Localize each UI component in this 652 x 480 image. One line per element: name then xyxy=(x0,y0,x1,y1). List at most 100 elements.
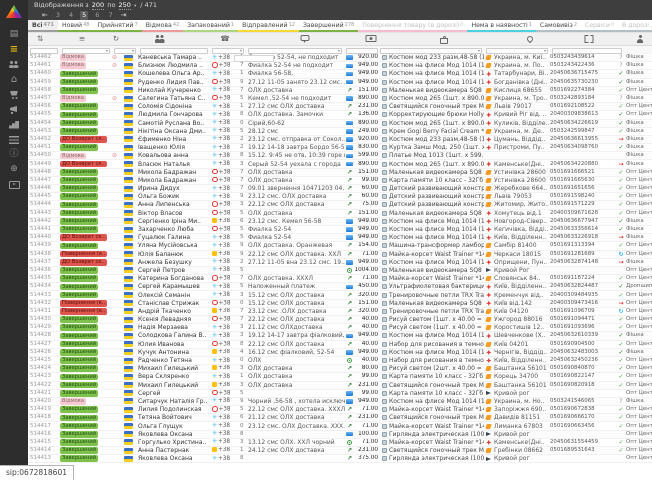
tab-Відмова[interactable]: Відмова42 xyxy=(142,20,184,32)
order-row[interactable]: 514431Повернення (в..Андрій Ткаченко+387… xyxy=(28,308,652,316)
column-filter-5[interactable]: ▾ xyxy=(248,48,342,54)
column-comments-icon[interactable] xyxy=(301,35,310,41)
order-row[interactable]: 514455ЗавершенийЛюдмила Гончарова✳+388ОЛ… xyxy=(28,111,652,119)
column-filter-6[interactable] xyxy=(346,48,378,54)
order-row[interactable]: 514460ЗавершенийКошелева Ольга Ар..✳+381… xyxy=(28,70,652,78)
range-from[interactable]: 200 xyxy=(92,1,104,10)
column-manager-icon[interactable] xyxy=(636,35,644,43)
order-row[interactable]: 514430ЗавершенийКсенія Левадняя+38722.12… xyxy=(28,316,652,324)
clients-icon[interactable] xyxy=(0,57,28,72)
order-row[interactable]: 514428ЗавершенийСолодкова Галина В..✳+38… xyxy=(28,332,652,340)
order-row[interactable]: 514415ЗавершенийГоргулько Христина..✳+38… xyxy=(28,439,652,447)
column-call-status-icon[interactable]: ↻ xyxy=(113,35,119,43)
order-row[interactable]: 514446ЗавершенийИрина Дидух✳+38709.01 зв… xyxy=(28,185,652,193)
order-row[interactable]: 514432Повернення (в..Станіслав Стрижак+3… xyxy=(28,300,652,308)
order-row[interactable]: 514429ЗавершенийНадія Мерзаева✳+38321.12… xyxy=(28,324,652,332)
order-row[interactable]: 514451ЗавершенийІващенко Юлія✳+38219.12 … xyxy=(28,144,652,152)
order-row[interactable]: 514413ЗавершенийЯковлева Оксана✳+388↗375… xyxy=(28,455,652,463)
first-page-button[interactable]: ⇤ xyxy=(42,11,48,20)
page-button-6[interactable]: 6 xyxy=(93,11,101,20)
order-row[interactable]: 514462Відмова⊘Каневська Тамара ..✳+381Ла… xyxy=(28,54,652,62)
order-row[interactable]: 514450Відмова⊘Ковальова анна✳+38815.12. … xyxy=(28,152,652,160)
tab-Нема в наявності[interactable]: Нема в наявності1 xyxy=(467,20,535,32)
order-row[interactable]: 514441ЗавершенийЗахарченко Люба+385Фиалк… xyxy=(28,226,652,234)
info-icon[interactable]: ⓘ xyxy=(0,147,28,162)
order-row[interactable]: 514434ЗавершенийСергей Карамышев✳+385Нал… xyxy=(28,283,652,291)
order-row[interactable]: 514454ЗавершенийСамотій Руслана Во..✳+38… xyxy=(28,120,652,128)
column-filter-3[interactable] xyxy=(140,48,208,54)
orders-icon[interactable]: ≡ xyxy=(0,42,28,57)
page-button-3[interactable]: 3 xyxy=(54,11,62,20)
column-payment-icon[interactable] xyxy=(366,35,377,42)
order-row[interactable]: 514448ЗавершенийМикола Бадражан+387ОЛХ д… xyxy=(28,169,652,177)
tab-Запакований[interactable]: Запакований1 xyxy=(183,20,238,32)
column-clients-icon[interactable] xyxy=(155,35,165,43)
tab-Всі[interactable]: Всі471 xyxy=(28,20,58,32)
order-row[interactable]: 514458ЗавершенийНиколай Кучеренко✳+387ОЛ… xyxy=(28,87,652,95)
order-row[interactable]: 514418ЗавершенийТетяна Войтович✳+38621.1… xyxy=(28,414,652,422)
app-logo-icon[interactable] xyxy=(6,5,22,18)
order-row[interactable]: 514449ДО Возврат ск..Власюк Наталья✳+383… xyxy=(28,160,652,168)
order-row[interactable]: 514459ЗавершенийРуденко Лидия Пав..+3892… xyxy=(28,79,652,87)
dashboard-icon[interactable]: ▤ xyxy=(0,27,28,42)
order-row[interactable]: 514445ЗавершенийОльга Божик✳+38923.12 см… xyxy=(28,193,652,201)
last-page-button[interactable]: ⇥ xyxy=(121,11,127,20)
column-filter-2[interactable]: ▾ xyxy=(114,48,136,54)
order-row[interactable]: 514447ЗавершенийМикола Бадражан+387ОЛХ д… xyxy=(28,177,652,185)
order-row[interactable]: 514426ЗавершенийКучук Антонина+38416.12 … xyxy=(28,349,652,357)
marketing-icon[interactable] xyxy=(0,102,28,117)
stats-icon[interactable] xyxy=(0,117,28,132)
column-filter-0[interactable] xyxy=(30,48,58,54)
order-row[interactable]: 514438Повернення (в..Юлія Баланюк+38922.… xyxy=(28,251,652,259)
tab-Прийнятий[interactable]: Прийнятий7 xyxy=(93,20,141,32)
order-row[interactable]: 514421ЗавершенийСергей+38599.00Карта пам… xyxy=(28,390,652,398)
order-row[interactable]: 514422ЗавершенийМихаил Гилецький+383ОЛХ … xyxy=(28,382,652,390)
order-row[interactable]: 514457Відмова⊘Салегина Татьяна С..+385Ке… xyxy=(28,95,652,103)
tab-Завершений[interactable]: Завершений278 xyxy=(299,20,358,32)
order-row[interactable]: 514419ЗавершенийЛилия Подолинская+38522.… xyxy=(28,406,652,414)
cart-icon[interactable] xyxy=(0,87,28,102)
column-tracking-icon[interactable] xyxy=(585,35,594,43)
order-row[interactable]: 514423ЗавершенийВера Скляренко✳+381ОЛХ д… xyxy=(28,373,652,381)
range-to[interactable]: 250 xyxy=(119,1,131,10)
page-button-5[interactable]: 5 xyxy=(80,11,88,20)
column-products-icon[interactable] xyxy=(440,35,448,44)
tab-В дорозі додому[interactable]: В дорозі додому0 xyxy=(618,20,652,32)
video-icon[interactable] xyxy=(0,177,28,192)
column-id-sort-icon[interactable]: ⇅ xyxy=(37,35,43,43)
column-filter-8[interactable]: ▾ xyxy=(486,48,548,54)
order-row[interactable]: 514439ЗавершенийУляна Мусійовська✳+389ОЛ… xyxy=(28,242,652,250)
order-row[interactable]: 514427ЗавершенийЮлия Иванова+38822.12 см… xyxy=(28,341,652,349)
order-row[interactable]: 514443ЗавершенийВіктор Власов+385ОЛХ дос… xyxy=(28,210,652,218)
globe-icon[interactable]: ⊕ xyxy=(0,162,28,177)
chevron-down-icon[interactable]: ▾ xyxy=(134,4,136,9)
order-row[interactable]: 514461Відмова⊘Близнюк Людмила ..+387Фиал… xyxy=(28,62,652,70)
order-row[interactable]: 514414ЗавершенийАнна Пастернак+38124.12 … xyxy=(28,447,652,455)
column-delivery-address-icon[interactable] xyxy=(527,35,533,42)
order-row[interactable]: 514417ЗавершенийОльга Глущук✳+38023.12 с… xyxy=(28,422,652,430)
order-row[interactable]: 514416ЗавершенийЯковлева Оксана✳+388100.… xyxy=(28,431,652,439)
order-row[interactable]: 514440ДО Возврат ск..Гуцалюк Галина✳+385… xyxy=(28,234,652,242)
order-row[interactable]: 514436ЗавершенийСергей Петров✳+3851004.0… xyxy=(28,267,652,275)
order-row[interactable]: 514435ЗавершенийКатерина Богданова+387ОЛ… xyxy=(28,275,652,283)
company-icon[interactable]: ⌂ xyxy=(0,72,28,87)
column-filter-9[interactable] xyxy=(552,48,622,54)
tab-Новий[interactable]: Новий48 xyxy=(58,20,94,32)
column-filter-4[interactable]: ▾ xyxy=(212,48,244,54)
order-row[interactable]: 514444ЗавершенийАнна Липенська+38322.12 … xyxy=(28,201,652,209)
order-row[interactable]: 514437ДО Возврат ск..Анжела Безушку✳+382… xyxy=(28,259,652,267)
order-row[interactable]: 514452ДО Возврат ск..Єфименко Ніна✳+3822… xyxy=(28,136,652,144)
column-filter-1[interactable]: ▾ xyxy=(62,48,110,54)
settings-icon[interactable] xyxy=(0,132,28,147)
tab-Повернення товару (в дорозі)[interactable]: Повернення товару (в дорозі)0 xyxy=(358,20,467,32)
column-filter-7[interactable]: ▾ xyxy=(380,48,482,54)
column-phone-icon[interactable]: ☎ xyxy=(220,35,229,43)
order-row[interactable]: 514456ЗавершенийСоломія Сідоніна✳+38127.… xyxy=(28,103,652,111)
order-row[interactable]: 514433ЗавершенийОлексій Семанін✳+38315.1… xyxy=(28,291,652,299)
tab-Самовивіз[interactable]: Самовивіз2 xyxy=(536,20,581,32)
tab-Сервіси[interactable]: Сервіси0 xyxy=(581,20,618,32)
order-row[interactable]: 514424ЗавершенийМихаил Гилецький+383ОЛХ … xyxy=(28,365,652,373)
order-row[interactable]: 514425ЗавершенийРадченко Тетяна✳+380ОЛХ4… xyxy=(28,357,652,365)
page-button-4[interactable]: 4 xyxy=(67,11,75,20)
order-row[interactable]: 514420ВідмоваСитарчук Наталія Гр..✳+389Ч… xyxy=(28,398,652,406)
